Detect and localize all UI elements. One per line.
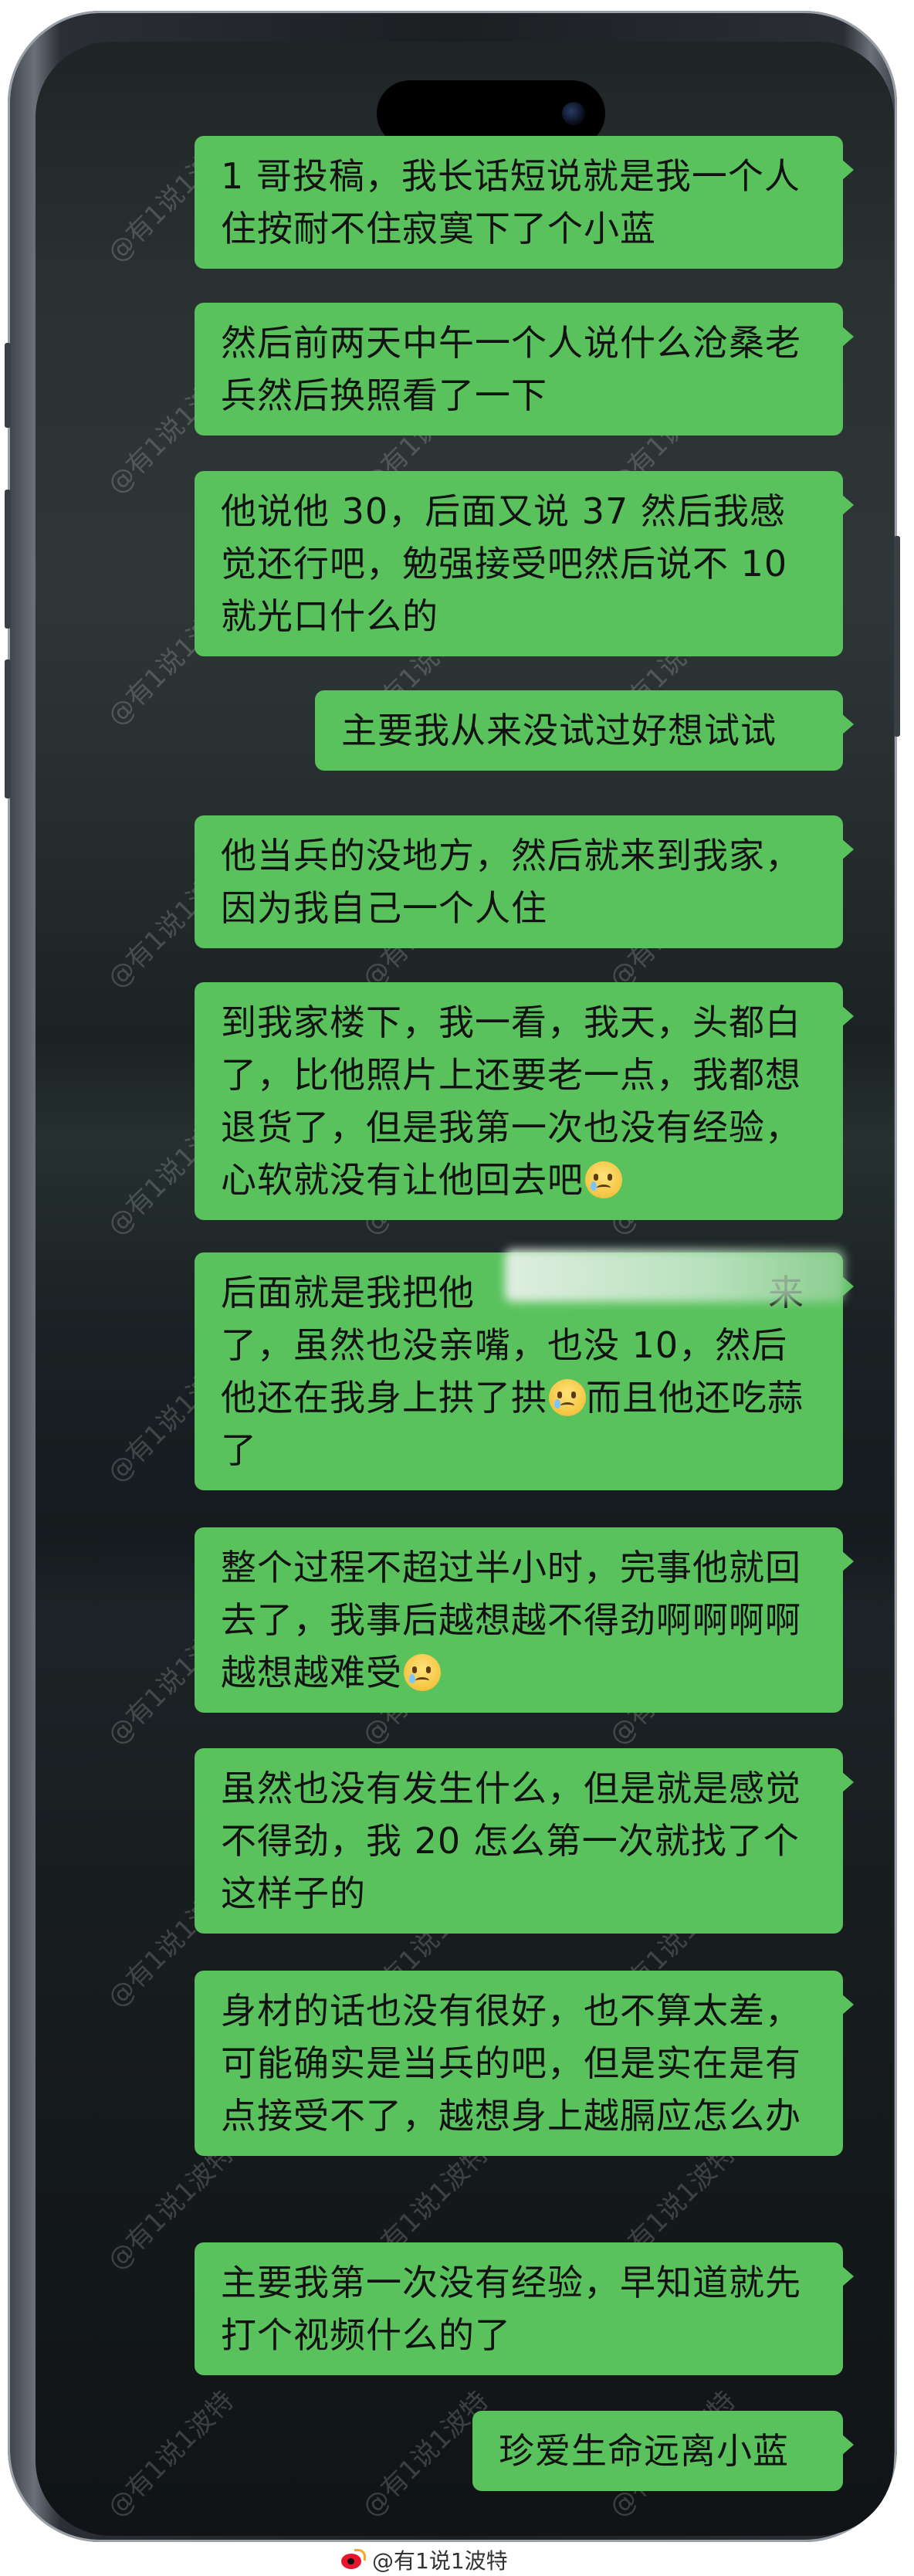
message-text: 主要我第一次没有经验，早知道就先打个视频什么的了 [221, 2262, 801, 2356]
crying-face-icon [585, 1161, 622, 1198]
message-text: 到我家楼下，我一看，我天，头都白了，比他照片上还要老一点，我都想退货了，但是我第… [221, 1002, 801, 1201]
message-text: 珍爱生命远离小蓝 [499, 2430, 789, 2472]
crying-face-icon [549, 1379, 586, 1416]
weibo-icon [340, 2549, 366, 2571]
message-bubble[interactable]: 他说他 30，后面又说 37 然后我感觉还行吧，勉强接受吧然后说不 10 就光口… [195, 471, 854, 656]
weibo-footer: @有1说1波特 [340, 2547, 508, 2574]
crying-face-icon [404, 1654, 441, 1691]
message-text: 身材的话也没有很好，也不算太差，可能确实是当兵的吧，但是实在是有点接受不了，越想… [221, 1990, 801, 2137]
message-bubble[interactable]: 他当兵的没地方，然后就来到我家，因为我自己一个人住 [195, 815, 854, 948]
message-bubble[interactable]: 然后前两天中午一个人说什么沧桑老兵然后换照看了一下 [195, 303, 854, 436]
footer-handle: @有1说1波特 [372, 2548, 508, 2574]
message-bubble[interactable]: 1 哥投稿，我长话短说就是我一个人住按耐不住寂寞下了个小蓝 [195, 136, 854, 269]
message-bubble[interactable]: 主要我第一次没有经验，早知道就先打个视频什么的了 [195, 2242, 854, 2375]
message-bubble[interactable]: 珍爱生命远离小蓝 [472, 2411, 854, 2491]
message-text: 1 哥投稿，我长话短说就是我一个人住按耐不住寂寞下了个小蓝 [221, 155, 801, 249]
message-bubble[interactable]: 到我家楼下，我一看，我天，头都白了，比他照片上还要老一点，我都想退货了，但是我第… [195, 982, 854, 1220]
volume-down-button [5, 659, 11, 798]
message-bubble[interactable]: 身材的话也没有很好，也不算太差，可能确实是当兵的吧，但是实在是有点接受不了，越想… [195, 1971, 854, 2156]
message-text: 然后前两天中午一个人说什么沧桑老兵然后换照看了一下 [221, 322, 801, 416]
redaction-blur [505, 1249, 845, 1302]
message-text: 整个过程不超过半小时，完事他就回去了，我事后越想越不得劲啊啊啊啊越想越难受 [221, 1547, 801, 1693]
power-button [894, 536, 900, 737]
message-text: 他当兵的没地方，然后就来到我家，因为我自己一个人住 [221, 835, 801, 929]
message-bubble[interactable]: 主要我从来没试过好想试试 [315, 690, 854, 771]
message-text: 后面就是我把他 [221, 1272, 475, 1313]
watermark: @有1说1波特 [101, 2384, 240, 2523]
message-bubble[interactable]: 虽然也没有发生什么，但是就是感觉不得劲，我 20 怎么第一次就找了个这样子的 [195, 1748, 854, 1934]
message-bubble[interactable]: 整个过程不超过半小时，完事他就回去了，我事后越想越不得劲啊啊啊啊越想越难受 [195, 1527, 854, 1713]
camera-icon [562, 102, 585, 125]
message-text: 虽然也没有发生什么，但是就是感觉不得劲，我 20 怎么第一次就找了个这样子的 [221, 1768, 801, 1914]
volume-up-button [5, 490, 11, 629]
message-text: 他说他 30，后面又说 37 然后我感觉还行吧，勉强接受吧然后说不 10 就光口… [221, 490, 788, 637]
message-text: 主要我从来没试过好想试试 [341, 710, 777, 751]
action-button [5, 343, 11, 428]
page: @有1说1波特 @有1说1波特 @有1说1波特 @有1说1波特 @有1说1波特 … [0, 0, 914, 2576]
